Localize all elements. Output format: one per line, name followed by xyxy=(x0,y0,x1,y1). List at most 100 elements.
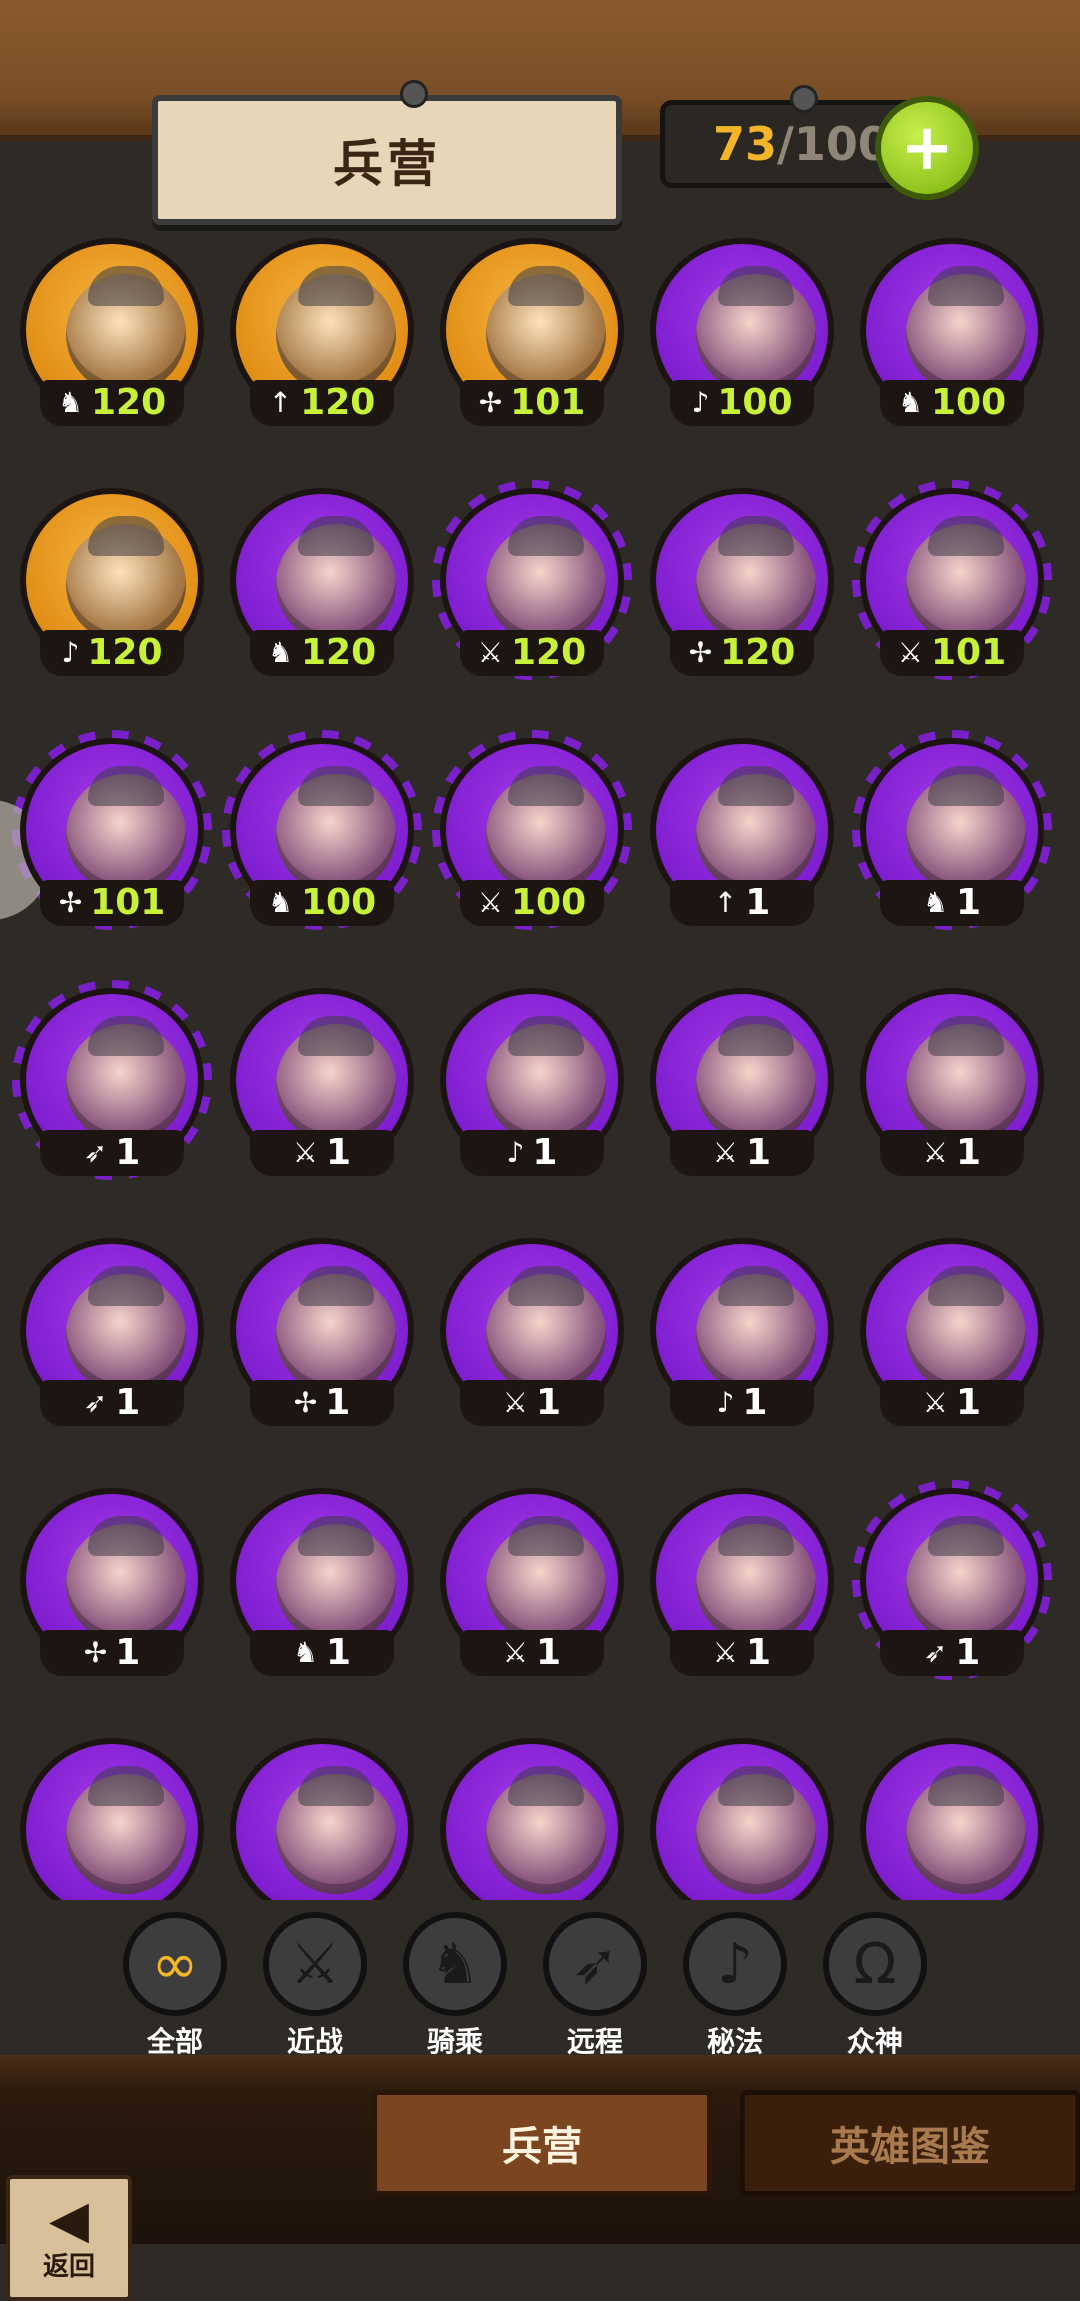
mystic-icon: ♪ xyxy=(683,1912,787,2016)
unit-card[interactable] xyxy=(222,1730,422,1900)
counter-separator: / xyxy=(777,117,794,171)
ranged-icon: ➶ xyxy=(83,1386,108,1419)
unit-card[interactable]: ✢ 1 xyxy=(222,1230,422,1440)
unit-level-bar: ♞ 100 xyxy=(880,380,1024,426)
melee-icon: ⚔ xyxy=(502,1636,529,1669)
unit-level-bar: ✢ 101 xyxy=(460,380,604,426)
unit-card[interactable]: ♪ 100 xyxy=(642,230,842,440)
back-button[interactable]: ◀ 返回 xyxy=(6,2175,132,2301)
unit-card[interactable]: ✢ 1 xyxy=(12,1480,212,1690)
unit-card[interactable]: ⚔ 1 xyxy=(432,1480,632,1690)
unit-card[interactable]: ✢ 120 xyxy=(642,480,842,690)
unit-card[interactable]: ↑ 120 xyxy=(222,230,422,440)
unit-level: 1 xyxy=(956,1132,982,1173)
unit-level: 1 xyxy=(956,882,982,923)
divine-icon: ✢ xyxy=(478,386,503,419)
page-title: 兵营 xyxy=(333,135,441,193)
unit-card[interactable]: ➶ 1 xyxy=(852,1480,1052,1690)
unit-card[interactable]: ♞ 120 xyxy=(12,230,212,440)
unit-card[interactable] xyxy=(432,1730,632,1900)
hero-portrait xyxy=(906,1516,1026,1644)
unit-card[interactable]: ✢ 101 xyxy=(432,230,632,440)
bow-icon: ➶ xyxy=(543,1912,647,2016)
unit-level: 120 xyxy=(510,632,587,673)
hero-portrait xyxy=(906,516,1026,644)
unit-card[interactable]: ♞ 120 xyxy=(222,480,422,690)
hero-portrait xyxy=(276,1016,396,1144)
hero-portrait xyxy=(66,1766,186,1894)
unit-card[interactable]: ♪ 1 xyxy=(432,980,632,1190)
unit-card[interactable]: ➶ 1 xyxy=(12,980,212,1190)
unit-card[interactable]: ♞ 1 xyxy=(222,1480,422,1690)
tab-hero-codex[interactable]: 英雄图鉴 xyxy=(740,2090,1080,2196)
unit-level-bar: ♞ 1 xyxy=(880,880,1024,926)
cavalry-icon: ♞ xyxy=(897,386,923,419)
unit-level: 120 xyxy=(720,632,796,673)
filter-bow[interactable]: ➶ 远程 xyxy=(540,1912,650,2060)
filter-sword[interactable]: ⚔ 近战 xyxy=(260,1912,370,2060)
unit-card[interactable] xyxy=(12,1730,212,1900)
unit-card[interactable]: ♞ 100 xyxy=(222,730,422,940)
spear-icon: ↑ xyxy=(268,386,293,419)
unit-level-bar: ♪ 1 xyxy=(670,1380,814,1426)
unit-card[interactable]: ♪ 120 xyxy=(12,480,212,690)
divine-icon: ✢ xyxy=(58,886,83,919)
add-capacity-button[interactable]: + xyxy=(875,96,979,200)
spear-icon: ↑ xyxy=(713,886,738,919)
filter-omega[interactable]: Ω 众神 xyxy=(820,1912,930,2060)
unit-card[interactable]: ⚔ 100 xyxy=(432,730,632,940)
unit-level-bar: ♪ 100 xyxy=(670,380,814,426)
filter-label: 全部 xyxy=(146,2025,203,2058)
filter-label: 秘法 xyxy=(706,2025,763,2058)
hero-portrait xyxy=(66,1516,186,1644)
unit-card[interactable] xyxy=(642,1730,842,1900)
divine-icon: ✢ xyxy=(688,636,713,669)
hero-portrait xyxy=(66,766,186,894)
tab-barracks-label: 兵营 xyxy=(502,2124,582,2170)
unit-level: 101 xyxy=(90,882,166,923)
filter-horse[interactable]: ♞ 骑乘 xyxy=(400,1912,510,2060)
unit-card[interactable]: ♞ 1 xyxy=(852,730,1052,940)
unit-level-bar: ⚔ 1 xyxy=(670,1630,814,1676)
unit-card[interactable]: ♪ 1 xyxy=(642,1230,842,1440)
melee-icon: ⚔ xyxy=(897,636,923,669)
unit-level-bar: ♞ 120 xyxy=(40,380,184,426)
unit-card[interactable] xyxy=(852,1730,1052,1900)
unit-level: 120 xyxy=(87,632,163,673)
unit-card[interactable]: ⚔ 1 xyxy=(222,980,422,1190)
unit-card[interactable]: ♞ 100 xyxy=(852,230,1052,440)
unit-level: 1 xyxy=(746,1132,772,1173)
tab-barracks[interactable]: 兵营 xyxy=(372,2090,712,2196)
melee-icon: ⚔ xyxy=(922,1136,949,1169)
filter-infinity[interactable]: ∞ 全部 xyxy=(120,1912,230,2060)
omega-icon: Ω xyxy=(823,1912,927,2016)
divine-icon: ✢ xyxy=(83,1636,108,1669)
unit-card[interactable]: ⚔ 1 xyxy=(642,1480,842,1690)
unit-card[interactable]: ⚔ 1 xyxy=(852,1230,1052,1440)
unit-card[interactable]: ⚔ 101 xyxy=(852,480,1052,690)
hero-portrait xyxy=(486,1016,606,1144)
unit-card[interactable]: ⚔ 120 xyxy=(432,480,632,690)
unit-level-bar: ↑ 1 xyxy=(670,880,814,926)
unit-card[interactable]: ⚔ 1 xyxy=(642,980,842,1190)
mystic-icon: ♪ xyxy=(506,1136,525,1169)
filter-mystic[interactable]: ♪ 秘法 xyxy=(680,1912,790,2060)
unit-level-bar: ⚔ 1 xyxy=(880,1380,1024,1426)
hero-portrait xyxy=(276,766,396,894)
unit-card[interactable]: ⚔ 1 xyxy=(852,980,1052,1190)
hero-portrait xyxy=(486,1266,606,1394)
unit-card[interactable]: ➶ 1 xyxy=(12,1230,212,1440)
cavalry-icon: ♞ xyxy=(922,886,949,919)
unit-card[interactable]: ✢ 101 xyxy=(12,730,212,940)
ranged-icon: ➶ xyxy=(923,1636,948,1669)
counter-current: 73 xyxy=(713,117,778,171)
unit-level-bar: ♪ 1 xyxy=(460,1130,604,1176)
unit-level-bar: ➶ 1 xyxy=(40,1380,184,1426)
unit-card[interactable]: ↑ 1 xyxy=(642,730,842,940)
unit-portrait-frame xyxy=(860,1738,1044,1900)
cavalry-icon: ♞ xyxy=(57,386,83,419)
unit-card[interactable]: ⚔ 1 xyxy=(432,1230,632,1440)
unit-level: 120 xyxy=(300,382,376,423)
hero-portrait xyxy=(276,266,396,394)
unit-level-bar: ⚔ 1 xyxy=(250,1130,394,1176)
